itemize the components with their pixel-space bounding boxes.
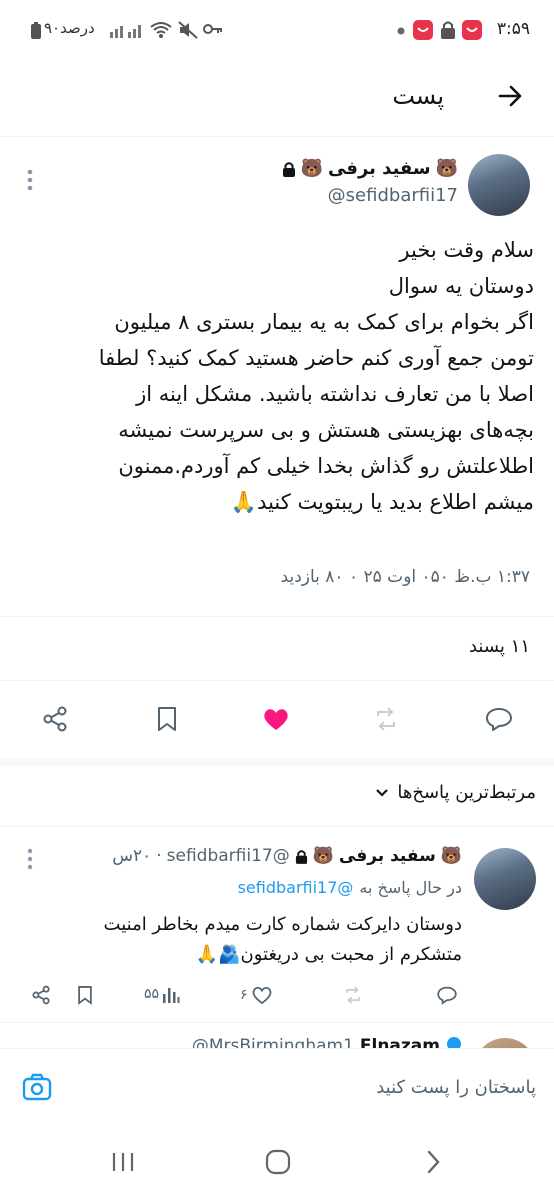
key-icon — [203, 23, 223, 35]
heart-outline-icon — [251, 984, 273, 1006]
post-body: سلام وقت بخیر دوستان یه سوال اگر بخوام ب… — [98, 238, 534, 514]
back-arrow-icon[interactable] — [496, 82, 524, 110]
replying-to-handle[interactable]: @sefidbarfii17 — [238, 878, 354, 897]
reply-time: ۲۰س — [112, 846, 152, 866]
dot-icon — [397, 27, 405, 35]
status-bar: ۳:۵۹ ۹۰درصد — [0, 0, 554, 60]
next-reply-name: Elnazam — [359, 1036, 440, 1048]
divider — [0, 826, 554, 827]
reply-author-avatar[interactable] — [474, 848, 536, 910]
reply-action-bar: ۵۵ ۶ — [0, 980, 470, 1014]
likes-count[interactable]: ۱۱ پسند — [469, 636, 530, 657]
more-options-icon[interactable] — [26, 168, 34, 192]
views-chart-icon — [162, 984, 180, 1004]
battery-icon — [30, 22, 42, 40]
app-notification-icon — [462, 20, 482, 40]
top-app-bar: پست — [0, 60, 554, 137]
post-meta: ۱:۳۷ ب.ظ ۰۵۰ اوت ۲۵ ۰ ۸۰ بازدید — [280, 567, 530, 587]
avatar — [468, 154, 530, 216]
share-icon[interactable] — [40, 704, 70, 734]
flower-emoji-icon: 🐻 — [312, 846, 334, 866]
author-avatar[interactable] — [468, 154, 530, 216]
chevron-down-icon — [375, 788, 389, 798]
reply-author-name: سفید برفی — [338, 846, 436, 866]
views-stat[interactable]: ۵۵ — [144, 984, 180, 1004]
share-icon[interactable] — [30, 984, 52, 1006]
replies-sort-dropdown[interactable]: مرتبط‌ترین پاسخ‌ها — [375, 782, 536, 803]
flower-emoji-icon: 🐻 — [440, 846, 462, 866]
repost-icon[interactable] — [342, 984, 364, 1006]
reply-header[interactable]: 🐻 سفید برفی 🐻 @sefidbarfii17 · ۲۰س — [112, 846, 462, 866]
reply-compose-bar: پاسختان را پست کنید — [0, 1048, 554, 1133]
page-title: پست — [392, 82, 444, 110]
home-icon[interactable] — [265, 1149, 291, 1175]
app-notification-icon — [413, 20, 433, 40]
post-author-block[interactable]: 🐻 سفید برفی 🐻 @sefidbarfii17 — [282, 158, 458, 206]
next-reply-header: @MrsBirmingham1 Elnazam — [192, 1036, 462, 1048]
flower-emoji-icon: 🐻 — [300, 158, 323, 179]
back-chevron-icon[interactable] — [424, 1149, 442, 1175]
battery-percent: ۹۰درصد — [44, 19, 95, 37]
divider — [0, 616, 554, 617]
reply-icon[interactable] — [436, 984, 458, 1006]
divider — [0, 1022, 554, 1023]
avatar — [474, 848, 536, 910]
status-time: ۳:۵۹ — [496, 19, 530, 39]
replies-sort-label: مرتبط‌ترین پاسخ‌ها — [397, 782, 536, 803]
like-heart-icon[interactable] — [261, 704, 291, 734]
bookmark-icon[interactable] — [152, 704, 182, 734]
author-name-row: 🐻 سفید برفی 🐻 — [282, 158, 458, 179]
more-options-icon[interactable] — [26, 848, 34, 870]
recent-apps-icon[interactable] — [110, 1150, 136, 1174]
wifi-icon — [150, 21, 172, 39]
mute-icon — [178, 21, 198, 39]
next-reply-peek[interactable]: @MrsBirmingham1 Elnazam — [0, 1030, 554, 1048]
repost-icon[interactable] — [371, 704, 401, 734]
post-action-bar — [0, 680, 554, 758]
views-count: ۵۵ — [144, 986, 160, 1002]
replying-to: در حال پاسخ به @sefidbarfii17 — [238, 878, 462, 897]
next-reply-handle: @MrsBirmingham1 — [191, 1036, 354, 1048]
flower-emoji-icon: 🐻 — [435, 158, 458, 179]
camera-icon[interactable] — [22, 1073, 52, 1101]
verified-badge-icon — [446, 1036, 462, 1048]
author-name: سفید برفی — [327, 158, 431, 179]
section-divider — [0, 758, 554, 766]
reply-like-count: ۶ — [240, 987, 248, 1003]
replying-to-prefix: در حال پاسخ به — [359, 878, 462, 897]
avatar — [474, 1038, 536, 1048]
reply-body: دوستان دایرکت شماره کارت میدم بخاطر امنی… — [103, 914, 462, 965]
lock-icon — [440, 20, 456, 40]
author-handle: @sefidbarfii17 — [327, 185, 458, 206]
next-reply-avatar — [474, 1038, 536, 1048]
reply-author-handle: @sefidbarfii17 — [166, 846, 290, 866]
system-navigation-bar — [0, 1132, 554, 1200]
protected-lock-icon — [295, 849, 308, 864]
bookmark-icon[interactable] — [74, 984, 96, 1006]
signal-icon — [110, 22, 146, 38]
reply-input[interactable]: پاسختان را پست کنید — [376, 1077, 536, 1098]
protected-lock-icon — [282, 161, 296, 177]
reply-icon[interactable] — [484, 704, 514, 734]
reply-like-stat[interactable]: ۶ — [240, 984, 273, 1006]
